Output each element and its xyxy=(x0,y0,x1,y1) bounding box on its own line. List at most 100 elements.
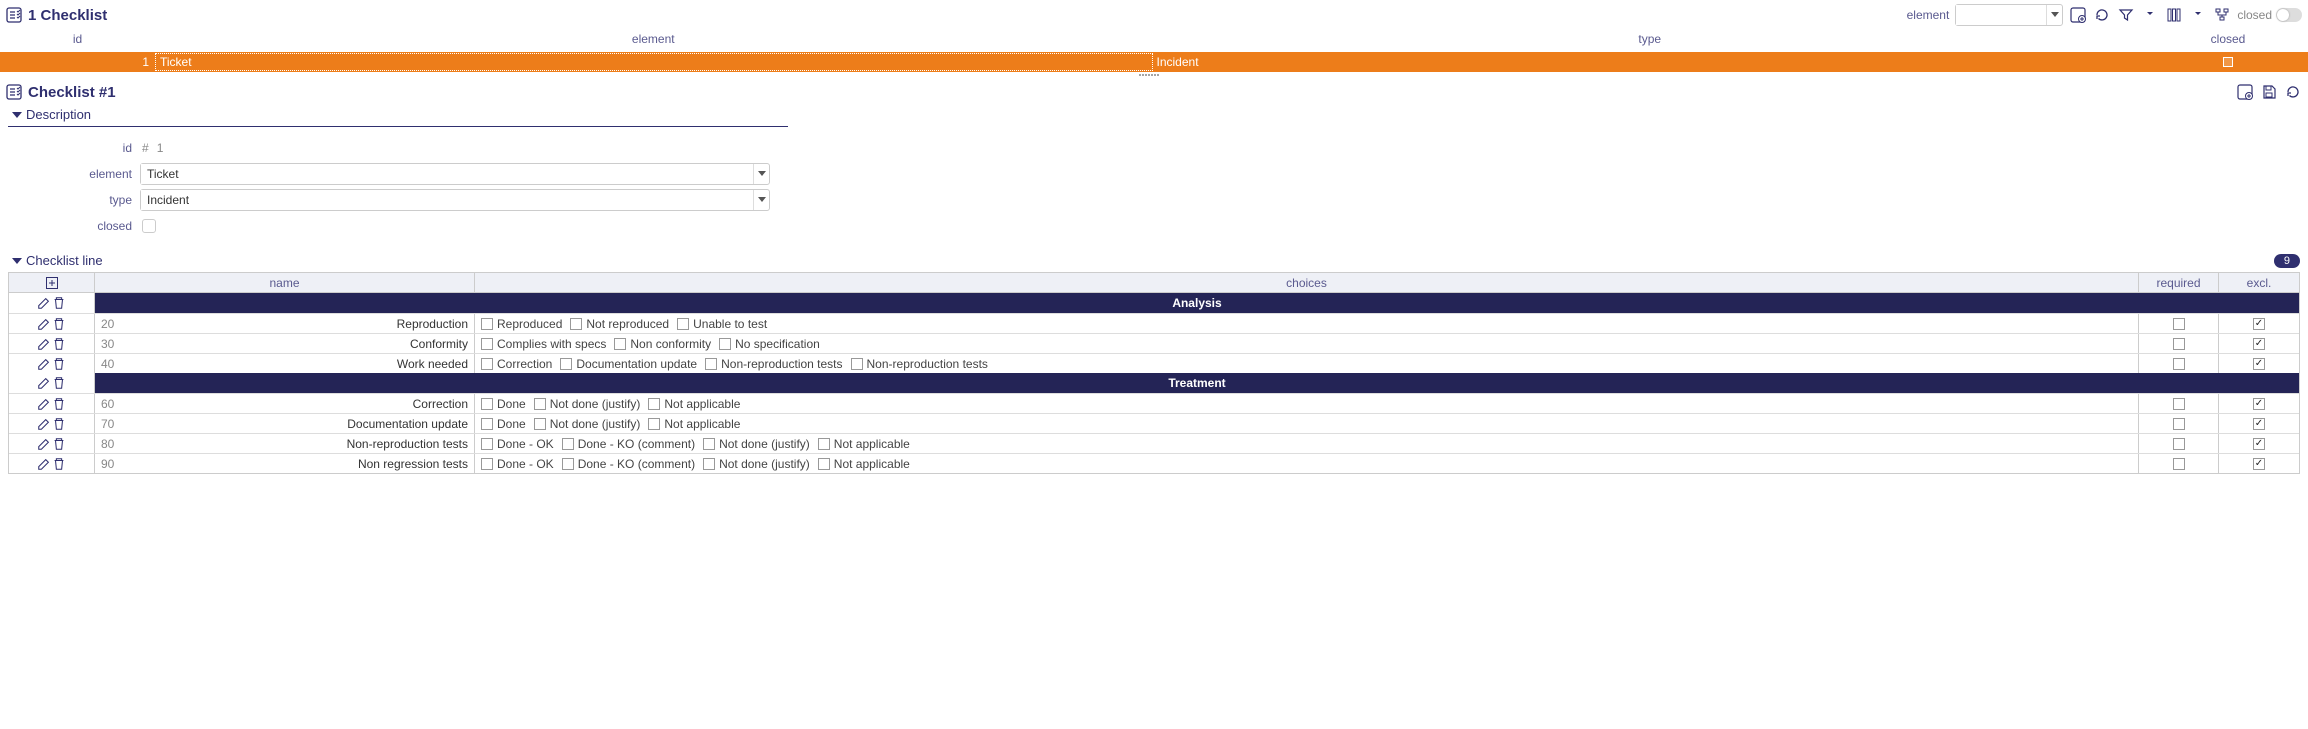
choice-option[interactable]: Documentation update xyxy=(560,357,697,371)
checkbox-icon[interactable] xyxy=(648,418,660,430)
choice-option[interactable]: Not reproduced xyxy=(570,317,669,331)
refresh-icon[interactable] xyxy=(2284,83,2302,101)
checkbox-icon[interactable] xyxy=(677,318,689,330)
new-record-icon[interactable] xyxy=(2236,83,2254,101)
chevron-down-icon[interactable] xyxy=(753,164,769,184)
choice-option[interactable]: Non-reproduction tests xyxy=(705,357,842,371)
checkbox-icon[interactable] xyxy=(570,318,582,330)
chevron-down-icon[interactable] xyxy=(2046,5,2062,25)
splitter[interactable] xyxy=(0,72,2308,79)
choice-option[interactable]: Done xyxy=(481,417,526,431)
line-row[interactable]: 90Non regression testsDone - OKDone - KO… xyxy=(9,453,2299,473)
excl-checkbox[interactable] xyxy=(2253,438,2265,450)
columns-icon[interactable] xyxy=(2165,6,2183,24)
list-row-selected[interactable]: 1 Ticket Incident xyxy=(0,52,2308,72)
choice-option[interactable]: Done - OK xyxy=(481,457,554,471)
choice-option[interactable]: Reproduced xyxy=(481,317,562,331)
edit-icon[interactable] xyxy=(37,376,51,390)
delete-icon[interactable] xyxy=(52,376,66,390)
checkbox-icon[interactable] xyxy=(562,438,574,450)
checkbox-icon[interactable] xyxy=(560,358,572,370)
delete-icon[interactable] xyxy=(52,317,66,331)
checkbox-icon[interactable] xyxy=(481,338,493,350)
edit-icon[interactable] xyxy=(37,317,51,331)
checkbox-icon[interactable] xyxy=(534,418,546,430)
line-row[interactable]: 80Non-reproduction testsDone - OKDone - … xyxy=(9,433,2299,453)
col-closed[interactable]: closed xyxy=(2148,32,2308,46)
delete-icon[interactable] xyxy=(52,417,66,431)
choice-option[interactable]: No specification xyxy=(719,337,820,351)
choice-option[interactable]: Done xyxy=(481,397,526,411)
required-checkbox[interactable] xyxy=(2173,458,2185,470)
checkbox-icon[interactable] xyxy=(481,458,493,470)
checkbox-icon[interactable] xyxy=(481,438,493,450)
col-element[interactable]: element xyxy=(155,32,1152,46)
new-record-icon[interactable] xyxy=(2069,6,2087,24)
choice-option[interactable]: Not applicable xyxy=(648,397,740,411)
refresh-icon[interactable] xyxy=(2093,6,2111,24)
delete-icon[interactable] xyxy=(52,357,66,371)
columns-caret-icon[interactable] xyxy=(2189,6,2207,24)
checkbox-icon[interactable] xyxy=(481,418,493,430)
checkbox-icon[interactable] xyxy=(534,398,546,410)
choice-option[interactable]: Unable to test xyxy=(677,317,767,331)
edit-icon[interactable] xyxy=(37,337,51,351)
element-select[interactable] xyxy=(140,163,770,185)
collapse-icon[interactable] xyxy=(12,112,22,118)
checkbox-icon[interactable] xyxy=(481,318,493,330)
col-choices[interactable]: choices xyxy=(475,273,2139,292)
closed-toggle[interactable] xyxy=(2276,8,2302,22)
line-row[interactable]: 30ConformityComplies with specsNon confo… xyxy=(9,333,2299,353)
choice-option[interactable]: Complies with specs xyxy=(481,337,606,351)
delete-icon[interactable] xyxy=(52,457,66,471)
filter-caret-icon[interactable] xyxy=(2141,6,2159,24)
choice-option[interactable]: Not applicable xyxy=(818,457,910,471)
choice-option[interactable]: Not done (justify) xyxy=(703,457,810,471)
excl-checkbox[interactable] xyxy=(2253,458,2265,470)
col-name[interactable]: name xyxy=(95,273,475,292)
filter-icon[interactable] xyxy=(2117,6,2135,24)
choice-option[interactable]: Done - KO (comment) xyxy=(562,437,695,451)
line-row[interactable]: 40Work neededCorrectionDocumentation upd… xyxy=(9,353,2299,373)
checkbox-icon[interactable] xyxy=(562,458,574,470)
collapse-icon[interactable] xyxy=(12,258,22,264)
col-required[interactable]: required xyxy=(2139,273,2219,292)
edit-icon[interactable] xyxy=(37,397,51,411)
edit-icon[interactable] xyxy=(37,457,51,471)
section-lines-header[interactable]: Checklist line 9 xyxy=(8,251,2300,272)
checkbox-icon[interactable] xyxy=(481,358,493,370)
checkbox-icon[interactable] xyxy=(481,398,493,410)
choice-option[interactable]: Not done (justify) xyxy=(534,417,641,431)
type-select[interactable] xyxy=(140,189,770,211)
choice-option[interactable]: Non-reproduction tests xyxy=(851,357,988,371)
required-checkbox[interactable] xyxy=(2173,418,2185,430)
checkbox-icon[interactable] xyxy=(818,438,830,450)
excl-checkbox[interactable] xyxy=(2253,418,2265,430)
section-description-header[interactable]: Description xyxy=(8,105,788,127)
add-row-icon[interactable] xyxy=(44,275,60,291)
closed-checkbox[interactable] xyxy=(142,219,156,233)
excl-checkbox[interactable] xyxy=(2253,398,2265,410)
col-type[interactable]: type xyxy=(1152,32,2149,46)
required-checkbox[interactable] xyxy=(2173,358,2185,370)
choice-option[interactable]: Not applicable xyxy=(648,417,740,431)
checkbox-icon[interactable] xyxy=(703,438,715,450)
choice-option[interactable]: Done - KO (comment) xyxy=(562,457,695,471)
edit-icon[interactable] xyxy=(37,296,51,310)
choice-option[interactable]: Not applicable xyxy=(818,437,910,451)
delete-icon[interactable] xyxy=(52,296,66,310)
tree-icon[interactable] xyxy=(2213,6,2231,24)
choice-option[interactable]: Non conformity xyxy=(614,337,711,351)
filter-element-input[interactable] xyxy=(1956,5,2046,25)
line-row[interactable]: 20ReproductionReproducedNot reproducedUn… xyxy=(9,313,2299,333)
line-row[interactable]: 60CorrectionDoneNot done (justify)Not ap… xyxy=(9,393,2299,413)
choice-option[interactable]: Not done (justify) xyxy=(703,437,810,451)
edit-icon[interactable] xyxy=(37,357,51,371)
checkbox-icon[interactable] xyxy=(818,458,830,470)
line-row[interactable]: 70Documentation updateDoneNot done (just… xyxy=(9,413,2299,433)
checkbox-icon[interactable] xyxy=(614,338,626,350)
col-id[interactable]: id xyxy=(0,32,155,46)
excl-checkbox[interactable] xyxy=(2253,338,2265,350)
required-checkbox[interactable] xyxy=(2173,318,2185,330)
excl-checkbox[interactable] xyxy=(2253,318,2265,330)
